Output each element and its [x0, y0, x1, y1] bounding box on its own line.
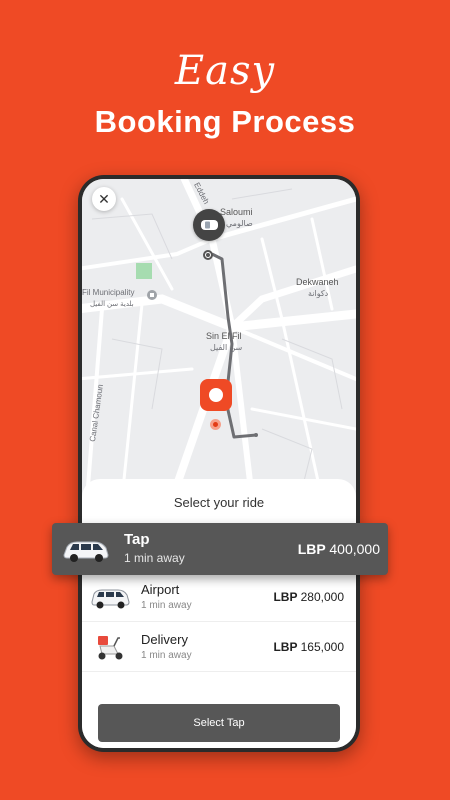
sheet-title: Select your ride	[173, 495, 265, 510]
ride-price: LBP 400,000	[297, 541, 380, 557]
map-label-municipality-ar: بلدية سن الفيل	[90, 301, 134, 308]
ride-name: Airport	[141, 582, 180, 597]
map-label-sin-el-fil-ar: سن الفيل	[210, 343, 243, 352]
ride-name: Tap	[124, 531, 150, 548]
row-divider	[82, 671, 356, 672]
map-label-municipality: Fil Municipality	[82, 288, 135, 297]
select-ride-button[interactable]: Select Tap	[98, 704, 340, 742]
headline-main: Booking Process	[94, 104, 356, 139]
phone-frame: Eddeh Saloumi صالومي Dekwaneh دكوانة Fil…	[78, 175, 360, 752]
car-icon	[91, 589, 130, 609]
headline-script: Easy	[174, 48, 276, 94]
map-view[interactable]: Eddeh Saloumi صالومي Dekwaneh دكوانة Fil…	[82, 179, 356, 499]
ride-eta: 1 min away	[141, 650, 192, 661]
pickup-dot-icon	[203, 250, 213, 260]
pickup-pin-icon[interactable]	[193, 209, 225, 241]
ride-option-tap-selected[interactable]: Tap 1 min away LBP 400,000	[52, 523, 388, 575]
ride-price: LBP 165,000	[273, 640, 344, 654]
ride-price: LBP 280,000	[273, 590, 344, 604]
map-label-dekwaneh: Dekwaneh	[296, 277, 339, 287]
phone-screen: Eddeh Saloumi صالومي Dekwaneh دكوانة Fil…	[82, 179, 356, 748]
dropoff-pin-icon[interactable]	[200, 379, 232, 411]
park-area	[136, 263, 152, 279]
ride-eta: 1 min away	[141, 600, 192, 611]
close-icon: ✕	[98, 190, 110, 207]
close-button[interactable]: ✕	[92, 187, 116, 211]
ride-option-delivery[interactable]: Delivery 1 min away LBP 165,000	[82, 621, 356, 671]
dropoff-dot-icon	[210, 419, 221, 430]
car-icon	[63, 541, 109, 562]
map-label-dekwaneh-ar: دكوانة	[308, 289, 329, 298]
map-label-sin-el-fil: Sin El Fil	[206, 331, 242, 341]
ride-eta: 1 min away	[124, 551, 185, 565]
ride-option-airport[interactable]: Airport 1 min away LBP 280,000	[82, 571, 356, 621]
map-label-saloumi-ar: صالومي	[226, 219, 253, 228]
ride-name: Delivery	[141, 632, 188, 647]
scooter-icon	[98, 636, 123, 660]
